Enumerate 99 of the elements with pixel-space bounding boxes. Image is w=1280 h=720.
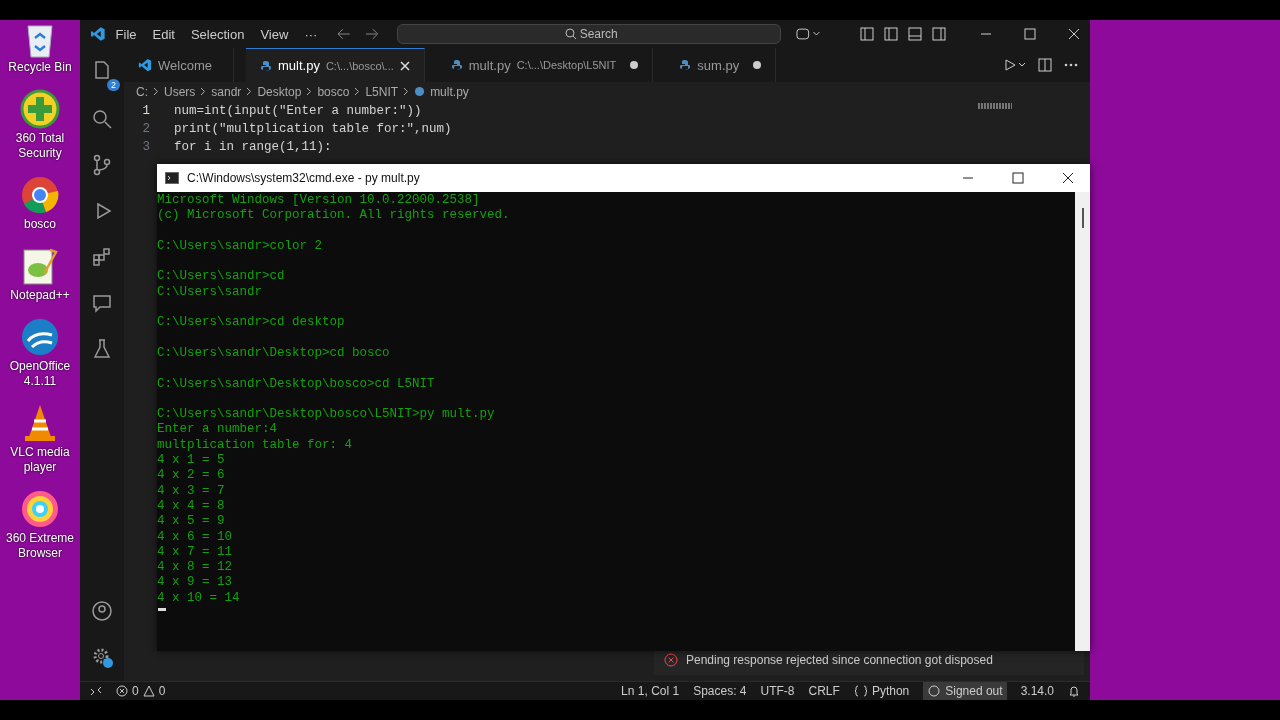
code-line: num=int(input("Enter a number:")) — [174, 104, 422, 118]
console-line: 4 x 6 = 10 — [157, 529, 233, 545]
console-line: multplication table for: 4 — [157, 437, 354, 454]
menu-item[interactable]: ··· — [298, 26, 324, 42]
layout-icon[interactable] — [884, 27, 898, 41]
breadcrumb[interactable]: bosco — [317, 84, 350, 99]
layout-icon[interactable] — [908, 27, 922, 41]
breadcrumb[interactable]: Desktop — [257, 84, 302, 99]
console-line: C:\Users\sandr\Desktop>cd bosco — [157, 345, 391, 362]
version-status[interactable]: 3.14.0 — [1020, 684, 1054, 698]
chevron-icon — [153, 87, 159, 96]
menu-item[interactable]: View — [254, 26, 295, 42]
console-line: 4 x 10 = 14 — [157, 590, 241, 606]
desktop-icon-label[interactable]: VLC media player — [1, 445, 79, 475]
console-line: 4 x 2 = 6 — [157, 468, 226, 484]
run-icon[interactable] — [1004, 58, 1026, 72]
breadcrumb[interactable]: C: — [136, 84, 148, 99]
line-number: 1 — [141, 104, 150, 118]
scrollbar-thumb[interactable] — [1081, 208, 1084, 228]
layout-icon[interactable] — [932, 27, 946, 41]
status-item[interactable]: CRLF — [808, 684, 840, 698]
console-icon — [165, 172, 179, 184]
more-icon[interactable] — [1064, 63, 1078, 67]
braces-icon — [853, 685, 868, 697]
console-line: 4 x 8 = 12 — [157, 560, 233, 576]
desktop-icon-label[interactable]: Notepad++ — [10, 288, 70, 303]
breadcrumb[interactable]: mult.py — [430, 84, 469, 99]
problems-status[interactable]: 0 0 — [116, 684, 166, 698]
account-icon[interactable] — [90, 599, 114, 623]
account-status[interactable]: Signed out — [923, 682, 1007, 700]
console-line: C:\Users\sandr — [157, 284, 264, 301]
console-line: 4 x 3 = 7 — [157, 483, 226, 499]
split-editor-icon[interactable] — [1038, 58, 1052, 72]
forward-arrow-icon[interactable] — [365, 28, 379, 40]
unsaved-dot-icon — [753, 61, 762, 69]
error-icon — [116, 685, 128, 697]
chevron-icon — [200, 87, 207, 96]
notification-badge: 2 — [107, 79, 120, 91]
chevron-icon — [306, 87, 313, 96]
console-line: 4 x 4 = 8 — [157, 498, 226, 515]
console-line: 4 x 7 = 11 — [157, 544, 233, 561]
layout-icon[interactable] — [860, 27, 874, 41]
traffic-cone-icon[interactable] — [22, 403, 58, 443]
notepad-icon[interactable] — [20, 246, 60, 286]
console-line: 4 x 1 = 5 — [157, 453, 226, 469]
code-line: for i in range(1,11): — [174, 140, 332, 154]
desktop-icon-label[interactable]: 360 Extreme Browser — [1, 531, 79, 561]
editor-tab[interactable]: mult.py C:\...\bosco\... — [246, 48, 425, 82]
console-line: Microsoft Windows [Version 10.0.22000.2538] — [157, 193, 481, 209]
error-icon — [664, 653, 678, 667]
app-logo-icon — [138, 58, 152, 72]
desktop-icon-label[interactable]: bosco — [24, 217, 56, 232]
back-arrow-icon[interactable] — [337, 28, 352, 40]
editor-tab[interactable]: Welcome — [124, 48, 234, 82]
warning-icon — [142, 685, 155, 697]
notification-text: Pending response rejected since connection got disposed — [686, 653, 993, 667]
bell-icon[interactable] — [1068, 685, 1080, 697]
console-line: (c) Microsoft Corporation. All rights reserved. — [157, 208, 511, 224]
maximize-icon[interactable] — [1012, 172, 1024, 184]
editor-tab[interactable]: sum.py — [665, 48, 777, 82]
search-field[interactable]: Search — [396, 24, 781, 44]
line-number: 2 — [141, 122, 150, 136]
breadcrumb[interactable]: Users — [164, 84, 196, 99]
line-number: 3 — [141, 140, 150, 154]
console-line: C:\Users\sandr\Desktop\bosco\L5NIT>py mult.py — [157, 407, 496, 423]
window-title: C:\Windows\system32\cmd.exe - py mult.py — [187, 171, 420, 185]
app-logo-icon — [90, 26, 106, 42]
console-line: 4 x 5 = 9 — [157, 514, 226, 530]
menu-item[interactable]: Selection — [184, 26, 251, 42]
console-line: C:\Users\sandr>cd desktop — [157, 315, 346, 331]
status-item[interactable]: UTF-8 — [760, 684, 795, 698]
breadcrumb[interactable]: sandr — [211, 84, 242, 99]
account-icon — [927, 685, 942, 697]
desktop-icon-label[interactable]: Recycle Bin — [8, 60, 72, 75]
language-status[interactable]: Python — [853, 684, 910, 698]
chevron-icon — [354, 87, 361, 96]
browser-icon[interactable] — [20, 175, 60, 215]
console-line: C:\Users\sandr\Desktop\bosco>cd L5NIT — [157, 376, 436, 392]
console-line: C:\Users\sandr>cd — [157, 269, 286, 285]
minimap-drawing — [978, 103, 1012, 109]
unsaved-dot-icon — [630, 61, 639, 69]
status-item[interactable]: Ln 1, Col 1 — [621, 684, 680, 698]
chevron-icon — [246, 87, 253, 96]
breadcrumb[interactable]: L5NIT — [365, 84, 399, 99]
search-icon[interactable] — [90, 107, 114, 131]
desktop-icon-label[interactable]: OpenOffice 4.1.11 — [1, 359, 79, 389]
remote-icon[interactable] — [90, 685, 102, 697]
close-icon[interactable] — [1062, 172, 1074, 184]
menu-item[interactable]: File — [109, 26, 143, 42]
menu-item[interactable]: Edit — [146, 26, 181, 42]
search-icon — [564, 28, 577, 40]
chevron-icon — [403, 87, 410, 96]
console-line: Enter a number:4 — [157, 422, 279, 438]
code-line: print("multplication table for:",num) — [174, 122, 452, 136]
console-line: C:\Users\sandr>color 2 — [157, 238, 324, 255]
editor-tab[interactable]: mult.py C:\...\Desktop\L5NIT — [436, 48, 654, 82]
desktop-icon-label[interactable]: 360 Total Security — [1, 131, 79, 161]
console-line: 4 x 9 = 13 — [157, 575, 233, 591]
status-item[interactable]: Spaces: 4 — [693, 684, 747, 698]
